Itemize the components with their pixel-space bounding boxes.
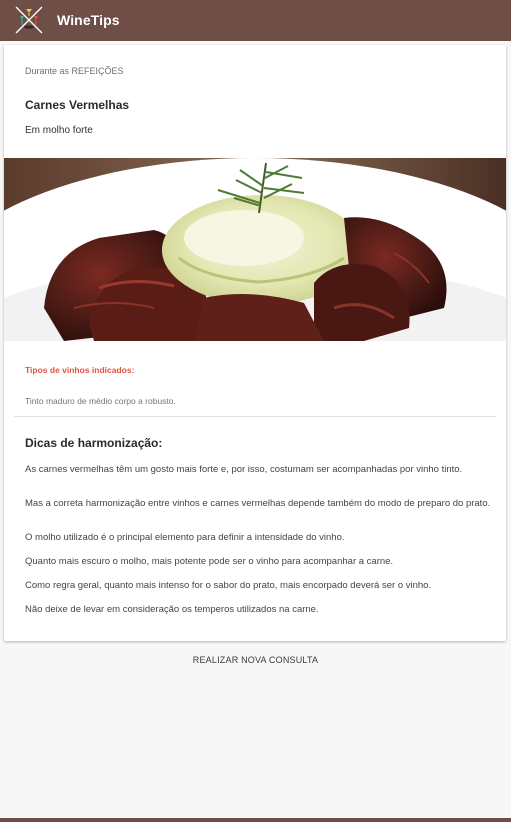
category-label: Durante as REFEIÇÕES <box>25 66 124 76</box>
app-logo-icon <box>15 6 43 34</box>
app-title: WineTips <box>57 12 120 28</box>
tip-item: As carnes vermelhas têm um gosto mais fo… <box>25 464 463 475</box>
tip-item: O molho utilizado é o principal elemento… <box>25 532 345 543</box>
tip-item: Como regra geral, quanto mais intenso fo… <box>25 580 432 591</box>
tips-list: As carnes vermelhas têm um gosto mais fo… <box>25 463 495 627</box>
section-divider <box>14 416 496 417</box>
tip-item: Quanto mais escuro o molho, mais potente… <box>25 556 394 567</box>
dish-subtitle: Em molho forte <box>25 125 93 136</box>
app-bar: WineTips <box>0 0 511 41</box>
new-query-button[interactable]: REALIZAR NOVA CONSULTA <box>0 655 511 665</box>
tip-item: Não deixe de levar em consideração os te… <box>25 604 319 615</box>
tips-heading: Dicas de harmonização: <box>25 436 163 450</box>
bottom-edge-bar <box>0 818 511 822</box>
dish-title: Carnes Vermelhas <box>25 98 130 112</box>
wine-types-value: Tinto maduro de médio corpo a robusto. <box>25 396 176 406</box>
wine-types-label: Tipos de vinhos indicados: <box>25 365 135 375</box>
dish-photo <box>4 158 506 341</box>
tip-item: Mas a correta harmonização entre vinhos … <box>25 498 491 509</box>
recommendation-card: Durante as REFEIÇÕES Carnes Vermelhas Em… <box>4 45 506 641</box>
